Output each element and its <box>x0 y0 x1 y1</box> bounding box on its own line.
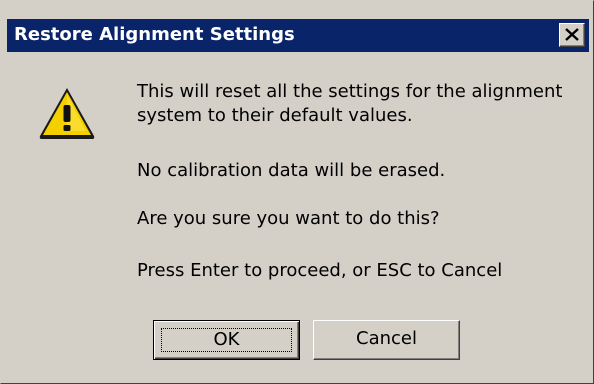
message-calibration: No calibration data will be erased. <box>137 160 446 181</box>
message-line-1: This will reset all the settings for the… <box>137 81 563 102</box>
message-line-2: system to their default values. <box>137 105 413 126</box>
cancel-button[interactable]: Cancel <box>313 320 460 360</box>
message-key-instructions: Press Enter to proceed, or ESC to Cancel <box>137 260 503 281</box>
close-button[interactable] <box>559 23 585 47</box>
ok-button-label: OK <box>213 329 240 350</box>
message-confirm-question: Are you sure you want to do this? <box>137 208 440 229</box>
warning-icon <box>39 88 95 139</box>
close-x-icon <box>565 28 579 41</box>
message-paragraph-reset: This will reset all the settings for the… <box>137 80 562 128</box>
ok-button[interactable]: OK <box>153 320 300 360</box>
title-bar[interactable]: Restore Alignment Settings <box>7 19 589 52</box>
restore-alignment-dialog: Restore Alignment Settings This will res… <box>0 0 594 384</box>
dialog-title: Restore Alignment Settings <box>14 24 295 45</box>
